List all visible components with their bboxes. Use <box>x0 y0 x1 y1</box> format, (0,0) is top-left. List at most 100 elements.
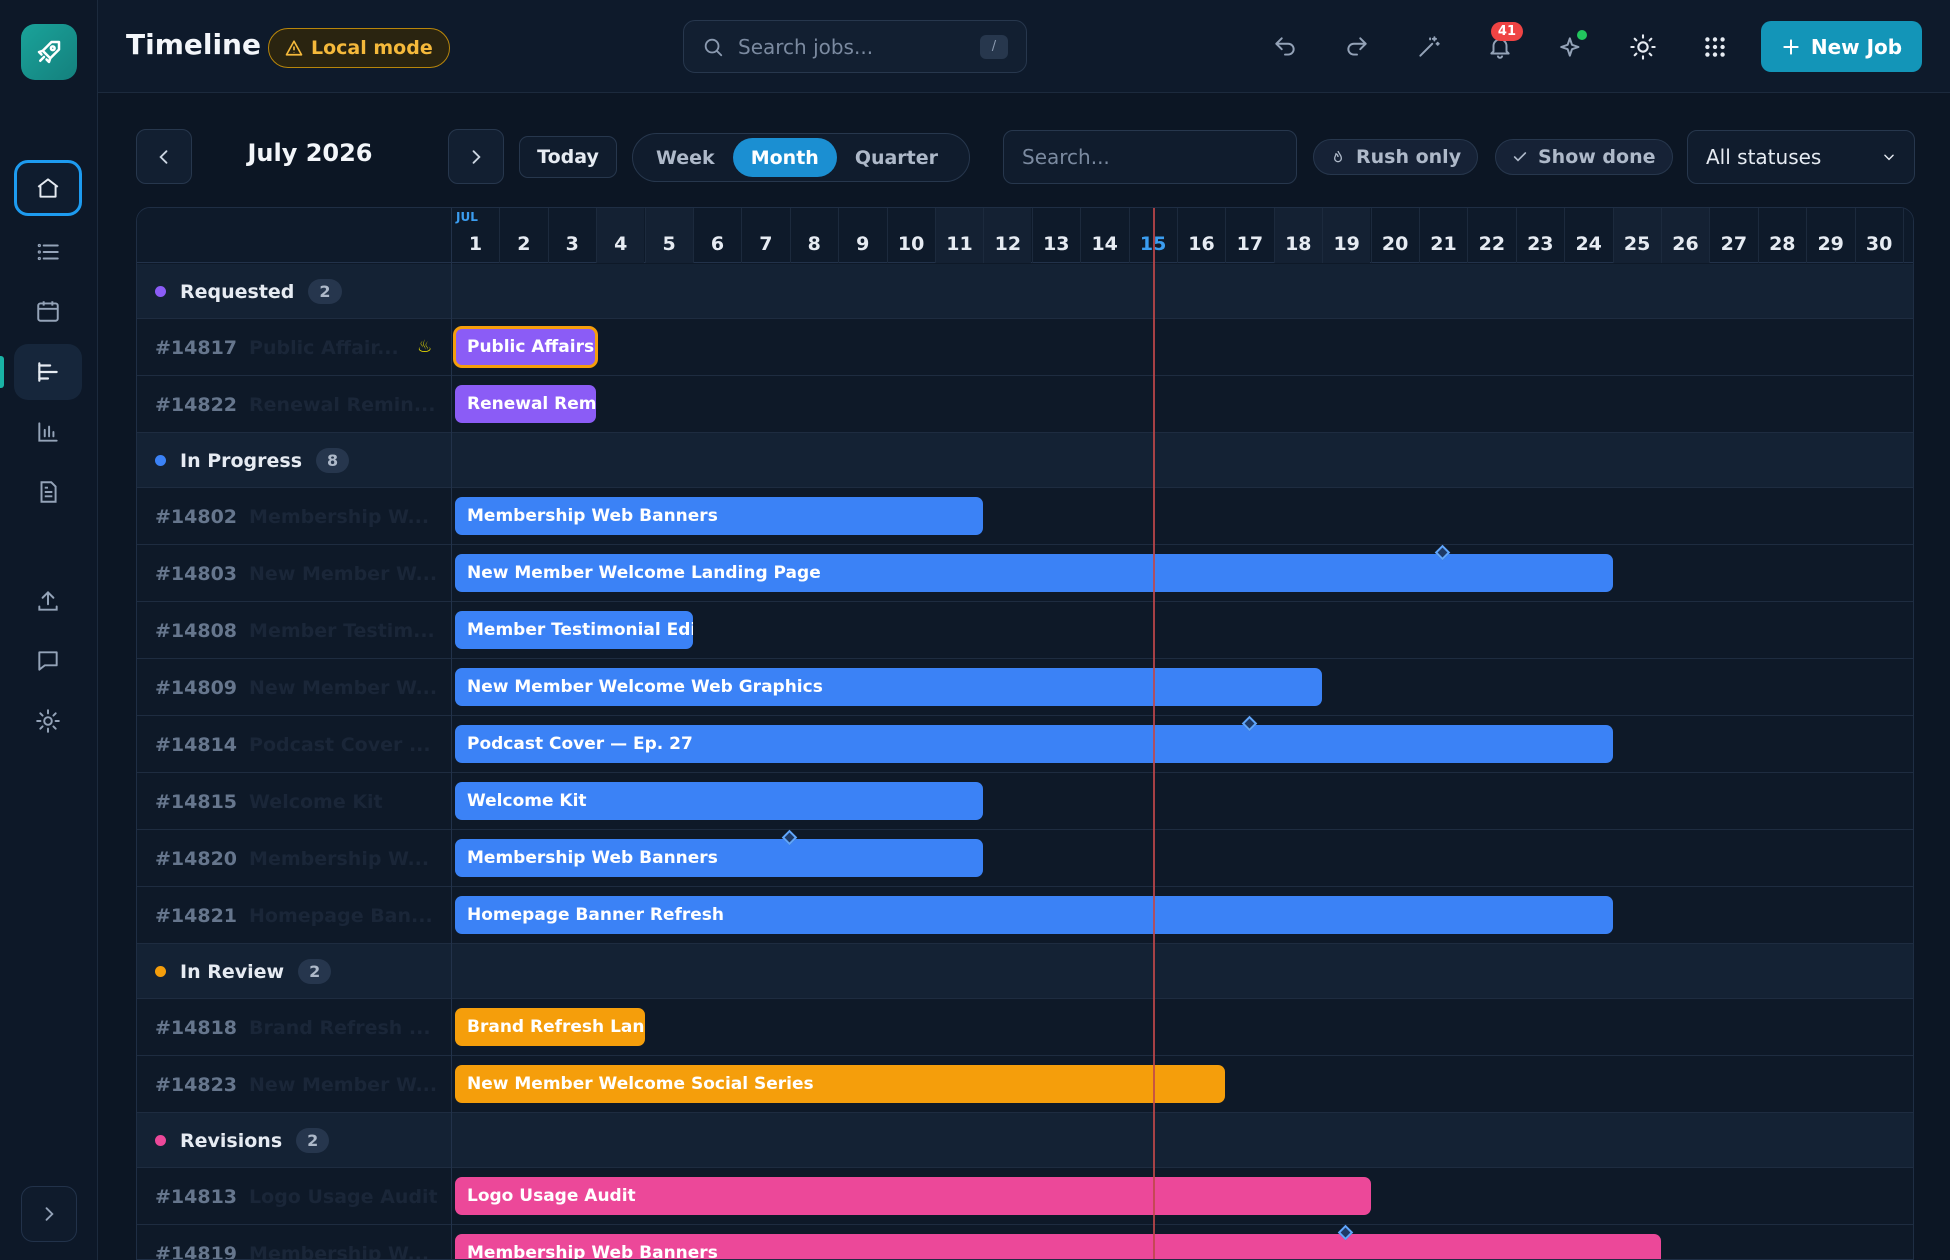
timeline-search-input[interactable] <box>1022 145 1272 169</box>
redo-button[interactable] <box>1334 24 1380 70</box>
job-label[interactable]: #14802 Membership W... <box>155 488 450 545</box>
job-row[interactable]: #14817 Public Affair... ♨ Public Affairs <box>137 319 1913 376</box>
redo-icon <box>1347 37 1367 56</box>
job-row[interactable]: #14821 Homepage Ban... Homepage Banner Ref… <box>137 887 1913 944</box>
job-row[interactable]: #14818 Brand Refresh ... Brand Refresh Lan <box>137 999 1913 1056</box>
job-bar[interactable]: Logo Usage Audit <box>455 1177 1371 1215</box>
job-bar[interactable]: Homepage Banner Refresh <box>455 896 1613 934</box>
job-id: #14802 <box>155 505 238 528</box>
job-row[interactable]: #14820 Membership W... Membership Web Bann… <box>137 829 1913 887</box>
today-marker <box>1152 208 1155 1259</box>
job-label[interactable]: #14814 Podcast Cover ... <box>155 716 450 773</box>
job-title: Public Affair... <box>249 336 399 359</box>
job-row[interactable]: #14815 Welcome Kit Welcome Kit <box>137 773 1913 830</box>
upload-icon <box>38 590 58 611</box>
job-title: Brand Refresh ... <box>249 1016 431 1039</box>
nav-calendar[interactable] <box>14 283 82 339</box>
check-icon <box>1513 152 1527 162</box>
nav-reports[interactable] <box>14 404 82 460</box>
group-row[interactable]: Requested 2 <box>137 264 1913 319</box>
nav-settings[interactable] <box>14 693 82 749</box>
job-bar[interactable]: Public Affairs <box>452 326 599 368</box>
nav-timeline[interactable] <box>14 344 82 400</box>
job-row[interactable]: #14808 Member Testim... Member Testimonial… <box>137 602 1913 659</box>
group-row[interactable]: Revisions 2 <box>137 1113 1913 1168</box>
job-id: #14813 <box>155 1185 238 1208</box>
job-label[interactable]: #14808 Member Testim... <box>155 602 450 659</box>
group-row[interactable]: In Progress 8 <box>137 433 1913 488</box>
ai-assistant-button[interactable] <box>1549 24 1595 70</box>
job-label[interactable]: #14821 Homepage Ban... <box>155 887 450 944</box>
timeline-grid: JUL 123456789101112131415161718192021222… <box>136 207 1914 1260</box>
new-job-button[interactable]: New Job <box>1761 21 1922 72</box>
group-name: In Progress <box>180 449 303 472</box>
job-row[interactable]: #14802 Membership W... Membership Web Bann… <box>137 488 1913 545</box>
job-label[interactable]: #14820 Membership W... <box>155 830 450 887</box>
home-icon <box>37 178 59 198</box>
today-button[interactable]: Today <box>519 136 617 178</box>
job-label[interactable]: #14823 New Member W... <box>155 1056 450 1113</box>
nav-list[interactable] <box>14 224 82 280</box>
job-row[interactable]: #14809 New Member W... New Member Welcome … <box>137 659 1913 716</box>
undo-button[interactable] <box>1262 24 1308 70</box>
job-label[interactable]: #14822 Renewal Remin... <box>155 376 450 433</box>
sidebar <box>0 0 98 1260</box>
view-week-tab[interactable]: Week <box>638 138 733 177</box>
job-id: #14821 <box>155 904 238 927</box>
group-color-dot <box>155 966 166 977</box>
local-mode-label: Local mode <box>311 37 433 59</box>
notifications-button[interactable]: 41 <box>1477 22 1523 70</box>
job-row[interactable]: #14823 New Member W... New Member Welcome … <box>137 1056 1913 1113</box>
nav-home[interactable] <box>14 160 82 216</box>
job-bar[interactable]: New Member Welcome Social Series <box>455 1065 1226 1103</box>
day-cell: 20 <box>1370 208 1419 263</box>
job-bar[interactable]: New Member Welcome Landing Page <box>455 554 1613 592</box>
status-filter-select[interactable]: All statuses <box>1687 130 1915 184</box>
rush-only-toggle[interactable]: Rush only <box>1313 139 1479 175</box>
day-cell: 9 <box>838 208 886 263</box>
job-label[interactable]: #14809 New Member W... <box>155 659 450 716</box>
job-label[interactable]: #14815 Welcome Kit <box>155 773 450 830</box>
previous-month-button[interactable] <box>136 129 192 184</box>
magic-wand-button[interactable] <box>1406 24 1452 70</box>
job-row[interactable]: #14819 Membership W... Membership Web Bann… <box>137 1224 1913 1260</box>
job-label[interactable]: #14818 Brand Refresh ... <box>155 999 450 1056</box>
job-bar[interactable]: Member Testimonial Edi <box>455 611 693 649</box>
job-row[interactable]: #14814 Podcast Cover ... Podcast Cover — E… <box>137 715 1913 773</box>
nav-documents[interactable] <box>14 464 82 520</box>
app-logo[interactable] <box>21 24 77 80</box>
chevron-right-icon <box>472 149 481 164</box>
job-title: Logo Usage Audit <box>249 1185 438 1208</box>
job-row[interactable]: #14813 Logo Usage Audit Logo Usage Audit <box>137 1168 1913 1225</box>
job-id: #14809 <box>155 676 238 699</box>
day-cell: 18 <box>1273 208 1322 263</box>
job-label[interactable]: #14813 Logo Usage Audit <box>155 1168 450 1225</box>
job-bar[interactable]: Membership Web Banners <box>455 1234 1661 1259</box>
sidebar-expand-button[interactable] <box>21 1186 77 1242</box>
job-bar[interactable]: New Member Welcome Web Graphics <box>455 668 1323 706</box>
job-bar[interactable]: Podcast Cover — Ep. 27 <box>455 725 1613 763</box>
view-quarter-tab[interactable]: Quarter <box>837 138 956 177</box>
group-count-badge: 2 <box>296 1128 330 1153</box>
job-search-box[interactable]: / <box>683 20 1027 73</box>
job-bar[interactable]: Membership Web Banners <box>455 839 984 877</box>
timeline-search-box[interactable] <box>1003 130 1297 184</box>
job-label[interactable]: #14819 Membership W... <box>155 1225 450 1260</box>
job-label[interactable]: #14803 New Member W... <box>155 545 450 602</box>
view-month-tab[interactable]: Month <box>732 138 837 177</box>
job-bar[interactable]: Renewal Rem <box>455 385 597 423</box>
job-row[interactable]: #14803 New Member W... New Member Welcome … <box>137 544 1913 602</box>
group-row[interactable]: In Review 2 <box>137 944 1913 999</box>
nav-messages[interactable] <box>14 633 82 689</box>
apps-grid-button[interactable] <box>1692 24 1738 70</box>
job-row[interactable]: #14822 Renewal Remin... Renewal Rem <box>137 376 1913 433</box>
job-bar[interactable]: Welcome Kit <box>455 782 984 820</box>
nav-upload[interactable] <box>14 573 82 629</box>
job-bar[interactable]: Membership Web Banners <box>455 497 984 535</box>
job-bar[interactable]: Brand Refresh Lan <box>455 1008 645 1046</box>
job-label[interactable]: #14817 Public Affair... <box>155 319 450 376</box>
show-done-toggle[interactable]: Show done <box>1495 139 1673 175</box>
theme-toggle-button[interactable] <box>1620 24 1666 70</box>
job-search-input[interactable] <box>738 34 958 59</box>
next-month-button[interactable] <box>448 129 504 184</box>
